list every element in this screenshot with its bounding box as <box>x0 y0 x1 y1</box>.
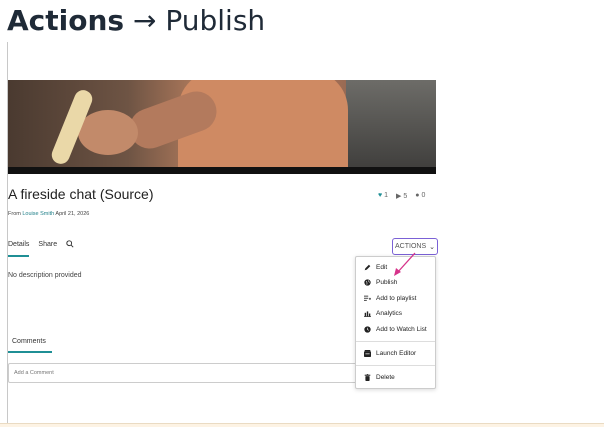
byline: From Louise Smith April 21, 2026 <box>8 211 89 217</box>
media-title: A fireside chat (Source) <box>8 186 154 202</box>
menu-item-add-to-watch-list[interactable]: Add to Watch List <box>364 326 427 333</box>
menu-item-publish[interactable]: Publish <box>364 279 397 286</box>
likes-stat[interactable]: ♥ 1 <box>378 192 388 200</box>
publish-date: April 21, 2026 <box>55 211 90 217</box>
chevron-down-icon: ⌄ <box>429 243 435 251</box>
menu-item-label: Launch Editor <box>376 350 417 357</box>
search-icon <box>66 240 74 248</box>
page-heading: Actions → Publish <box>7 4 265 40</box>
video-player[interactable] <box>8 80 436 174</box>
author-link[interactable]: Louise Smith <box>22 211 54 217</box>
video-background-right <box>346 80 436 174</box>
tab-details[interactable]: Details <box>8 241 30 257</box>
page-footer-strip <box>0 423 604 427</box>
menu-item-delete[interactable]: Delete <box>364 374 395 381</box>
byline-prefix: From <box>8 211 21 217</box>
menu-item-label: Publish <box>376 279 398 286</box>
playlist-add-icon <box>364 295 371 302</box>
description-text: No description provided <box>8 272 82 279</box>
heart-icon: ♥ <box>378 192 383 199</box>
bar-chart-icon <box>364 310 371 317</box>
globe-icon <box>364 279 371 286</box>
trash-icon <box>364 374 371 381</box>
heading-bold: Actions <box>7 4 125 37</box>
plays-count: 5 <box>403 193 408 200</box>
video-control-bar[interactable] <box>8 167 436 174</box>
tab-comments[interactable]: Comments <box>8 338 52 353</box>
menu-item-label: Add to Watch List <box>376 326 427 333</box>
annotation-arrow <box>394 252 416 276</box>
menu-divider <box>356 365 435 366</box>
video-hand <box>78 110 138 155</box>
menu-divider <box>356 341 435 342</box>
comment-input[interactable] <box>8 363 360 383</box>
clock-icon <box>364 326 371 333</box>
tab-search[interactable] <box>66 240 74 257</box>
menu-item-label: Analytics <box>376 310 403 317</box>
editor-icon <box>364 350 371 357</box>
menu-item-analytics[interactable]: Analytics <box>364 310 402 317</box>
media-stats: ♥ 1 ▶ 5 ● 0 <box>378 192 425 200</box>
media-tabs: Details Share <box>8 240 74 257</box>
menu-item-launch-editor[interactable]: Launch Editor <box>364 350 416 357</box>
menu-item-label: Edit <box>376 264 388 271</box>
menu-item-edit[interactable]: Edit <box>364 264 387 271</box>
menu-item-label: Add to playlist <box>376 295 417 302</box>
comment-icon: ● <box>415 192 420 199</box>
likes-count: 1 <box>384 192 389 199</box>
pencil-icon <box>364 264 371 271</box>
menu-item-add-to-playlist[interactable]: Add to playlist <box>364 295 416 302</box>
menu-item-label: Delete <box>376 374 395 381</box>
plays-stat: ▶ 5 <box>396 192 407 200</box>
tab-share[interactable]: Share <box>38 241 57 257</box>
comments-count: 0 <box>421 192 426 199</box>
comments-stat: ● 0 <box>415 192 425 200</box>
heading-rest: → Publish <box>133 4 266 37</box>
play-icon: ▶ <box>396 193 402 200</box>
